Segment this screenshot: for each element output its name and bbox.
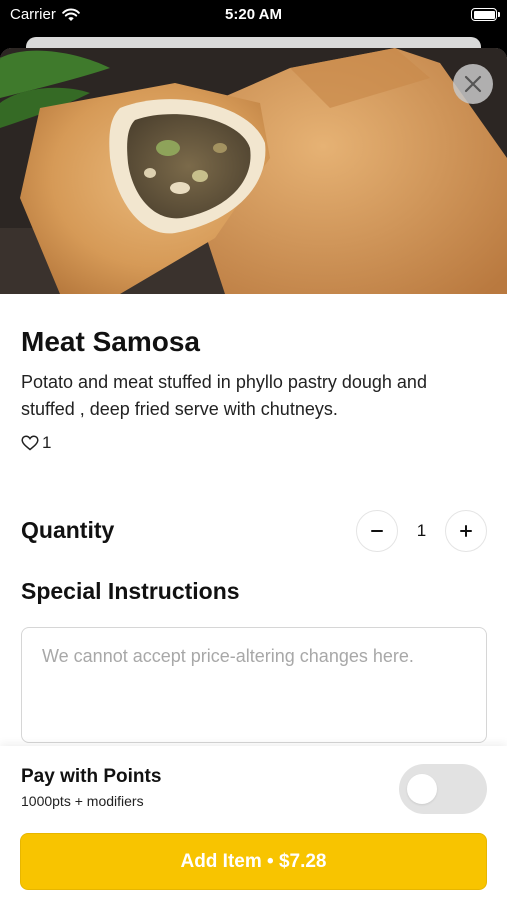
like-count: 1 bbox=[42, 433, 52, 452]
heart-outline-icon bbox=[21, 435, 39, 451]
special-instructions-label: Special Instructions bbox=[21, 578, 240, 604]
decrease-quantity-button[interactable] bbox=[356, 510, 398, 552]
increase-quantity-button[interactable] bbox=[445, 510, 487, 552]
add-item-button[interactable]: Add Item • $7.28 bbox=[20, 833, 487, 890]
bottom-panel: Pay with Points 1000pts + modifiers Add … bbox=[0, 746, 507, 900]
quantity-value: 1 bbox=[416, 521, 427, 540]
close-icon bbox=[464, 75, 482, 93]
pay-with-points-toggle[interactable] bbox=[399, 764, 487, 814]
battery-icon bbox=[471, 8, 500, 21]
item-sheet: Meat Samosa Potato and meat stuffed in p… bbox=[0, 48, 507, 900]
add-item-label: Add Item • $7.28 bbox=[180, 850, 327, 872]
special-instructions-input[interactable] bbox=[21, 627, 487, 743]
like-button[interactable]: 1 bbox=[21, 433, 51, 453]
item-title: Meat Samosa bbox=[21, 326, 200, 357]
samosa-photo bbox=[0, 48, 507, 294]
quantity-label: Quantity bbox=[21, 517, 115, 543]
status-bar: Carrier 5:20 AM bbox=[0, 0, 507, 30]
points-subtitle: 1000pts + modifiers bbox=[21, 793, 144, 809]
plus-icon bbox=[460, 525, 472, 537]
toggle-knob bbox=[407, 774, 437, 804]
screen: Carrier 5:20 AM Meat Samosa Potato and m… bbox=[0, 0, 507, 900]
minus-icon bbox=[371, 530, 383, 532]
quantity-stepper: 1 bbox=[356, 510, 487, 552]
status-time: 5:20 AM bbox=[225, 6, 282, 23]
item-description: Potato and meat stuffed in phyllo pastry… bbox=[21, 372, 427, 419]
close-button[interactable] bbox=[453, 64, 493, 104]
pay-with-points-label: Pay with Points bbox=[21, 766, 162, 787]
